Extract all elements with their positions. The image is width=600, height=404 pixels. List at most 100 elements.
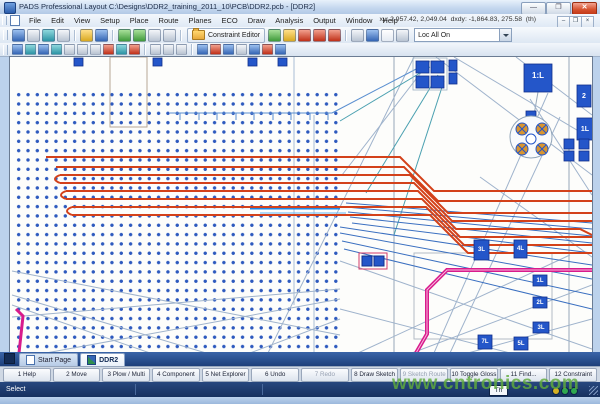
tab-label: DDR2 [99, 357, 118, 364]
place-component-icon[interactable] [95, 29, 108, 42]
main-toolbar: Constraint Editor Loc All On [0, 27, 600, 44]
title-bar[interactable]: PADS Professional Layout C:\Designs\DDR2… [0, 0, 600, 15]
via-icon[interactable] [64, 44, 75, 55]
warning-icon[interactable] [283, 29, 296, 42]
units-readout: (th) [526, 16, 536, 23]
menu-setup[interactable]: Setup [95, 14, 125, 27]
redo-icon[interactable] [57, 29, 70, 42]
tab-ddr2[interactable]: DDR2 [80, 353, 125, 366]
fkey-move[interactable]: 2 Move [53, 368, 101, 382]
sketch-icon[interactable] [116, 44, 127, 55]
menu-route[interactable]: Route [154, 14, 184, 27]
pin-swap-icon[interactable] [129, 44, 140, 55]
delete-icon[interactable] [103, 44, 114, 55]
net-explorer-icon[interactable] [197, 44, 208, 55]
menu-output[interactable]: Output [308, 14, 341, 27]
options-icon[interactable] [396, 29, 409, 42]
menu-place[interactable]: Place [125, 14, 154, 27]
route-icon[interactable] [25, 44, 36, 55]
ratsnest-lines [12, 57, 592, 353]
fkey-undo[interactable]: 6 Undo [251, 368, 299, 382]
add-icon[interactable] [268, 29, 281, 42]
properties-icon[interactable] [275, 44, 286, 55]
save-icon[interactable] [12, 29, 25, 42]
top-net-line [170, 67, 420, 120]
highlight-icon[interactable] [210, 44, 221, 55]
pad-entry-icon[interactable] [90, 44, 101, 55]
search-icon[interactable] [27, 29, 40, 42]
design-canvas[interactable]: 1:L 2 1L 3L 4L 1L 2L 3L 7L 5L [9, 56, 593, 354]
resize-grip[interactable] [589, 386, 598, 395]
menu-planes[interactable]: Planes [184, 14, 217, 27]
menu-view[interactable]: View [69, 14, 95, 27]
toolbar-separator [144, 44, 146, 55]
component-pads [74, 58, 592, 350]
menu-analysis[interactable]: Analysis [270, 14, 308, 27]
menu-edit[interactable]: Edit [46, 14, 69, 27]
toolbar-grip[interactable] [3, 30, 8, 40]
window-frame [0, 397, 600, 404]
measure-icon[interactable] [236, 44, 247, 55]
net-color-icon[interactable] [223, 44, 234, 55]
edit-toolbar [0, 43, 600, 57]
menu-eco[interactable]: ECO [216, 14, 242, 27]
select-icon[interactable] [12, 44, 23, 55]
drc-icon[interactable] [298, 29, 311, 42]
menu-window[interactable]: Window [341, 14, 378, 27]
fkey-net-explorer[interactable]: 5 Net Explorer [202, 368, 250, 382]
undo-icon[interactable] [42, 29, 55, 42]
tab-start-page[interactable]: Start Page [19, 353, 78, 366]
constraint-editor-button[interactable]: Constraint Editor [187, 28, 265, 43]
pad-label: 1:L [524, 72, 552, 80]
align-icon[interactable] [150, 44, 161, 55]
document-tab-bar: Start Page DDR2 [0, 352, 600, 366]
zoom-icon[interactable] [249, 44, 260, 55]
tune-icon[interactable] [51, 44, 62, 55]
pad-label: 1L [577, 126, 593, 133]
menu-grip[interactable] [2, 16, 7, 25]
menu-draw[interactable]: Draw [243, 14, 271, 27]
fkey-plow-multi[interactable]: 3 Plow / Multi [102, 368, 150, 382]
fkey-help[interactable]: 1 Help [3, 368, 51, 382]
fkey-redo[interactable]: 7 Redo [301, 368, 349, 382]
layer-scheme-value: Loc All On [415, 32, 499, 39]
orange-trace-bundle [46, 157, 592, 253]
selected-pads [359, 253, 387, 269]
document-icon [10, 15, 20, 26]
magenta-trace [16, 270, 592, 353]
display-control-icon[interactable] [148, 29, 161, 42]
distribute-icon[interactable] [163, 44, 174, 55]
tab-scroll-button[interactable] [4, 353, 15, 364]
tab-label: Start Page [38, 357, 71, 364]
pad-label: 5L [514, 341, 528, 347]
report-icon[interactable] [381, 29, 394, 42]
fanout-icon[interactable] [77, 44, 88, 55]
move-icon[interactable] [80, 29, 93, 42]
multi-route-icon[interactable] [38, 44, 49, 55]
editor-control-icon[interactable] [163, 29, 176, 42]
fkey-component[interactable]: 4 Component [152, 368, 200, 382]
menu-file[interactable]: File [24, 14, 46, 27]
layers-icon[interactable] [366, 29, 379, 42]
pad-label: 1L [533, 278, 547, 284]
chevron-down-icon[interactable] [499, 29, 511, 41]
rotate-icon[interactable] [176, 44, 187, 55]
review-hazards-icon[interactable] [328, 29, 341, 42]
pad-label: 3L [533, 325, 549, 331]
cross-probe-icon[interactable] [351, 29, 364, 42]
app-icon [4, 2, 16, 14]
stop-icon[interactable] [262, 44, 273, 55]
toolbar-grip[interactable] [3, 45, 8, 55]
hazard-icon[interactable] [313, 29, 326, 42]
pad-label: 2 [577, 93, 591, 100]
board-icon [87, 355, 96, 365]
toolbar-separator [180, 30, 182, 41]
pad-label: 2L [533, 300, 547, 306]
layer-scheme-combo[interactable]: Loc All On [414, 28, 512, 42]
board-outlines [110, 57, 569, 353]
board-view-icon[interactable] [118, 29, 131, 42]
status-mode: Select [6, 386, 25, 393]
export-icon[interactable] [133, 29, 146, 42]
circular-component [510, 116, 552, 158]
toolbar-separator [345, 30, 347, 41]
